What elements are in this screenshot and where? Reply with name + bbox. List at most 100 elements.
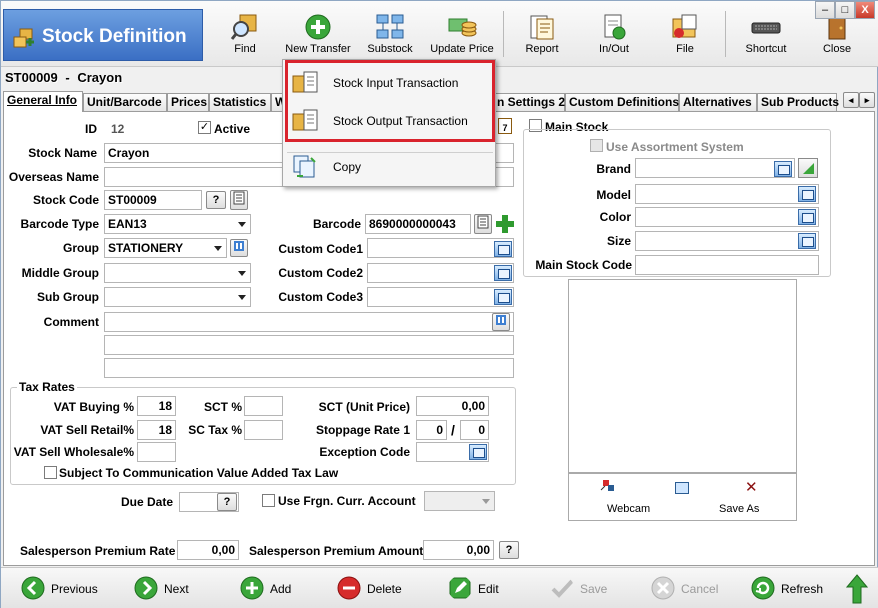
tab-statistics[interactable]: Statistics: [209, 93, 271, 111]
save-button[interactable]: Save: [550, 576, 620, 604]
update-price-button[interactable]: Update Price: [429, 9, 495, 61]
tab-sub-products[interactable]: Sub Products: [757, 93, 839, 111]
calendar-icon[interactable]: 7: [498, 118, 512, 134]
refresh-button[interactable]: Refresh: [751, 576, 831, 604]
window-title-box: Stock Definition: [3, 9, 203, 61]
barcode-add-button[interactable]: [495, 214, 515, 234]
sct-unit-price-input[interactable]: 0,00: [416, 396, 489, 416]
active-checkbox[interactable]: ✓: [198, 121, 211, 134]
model-lookup-button[interactable]: [798, 186, 816, 202]
color-lookup-button[interactable]: [798, 209, 816, 225]
minimize-button[interactable]: –: [815, 1, 835, 19]
resize-corner-icon: [803, 163, 814, 174]
monitor-icon[interactable]: [675, 482, 689, 494]
barcode-document-button[interactable]: [474, 214, 492, 234]
add-button[interactable]: Add: [240, 576, 310, 604]
size-input[interactable]: [635, 231, 819, 251]
stoppage-rate-b-input[interactable]: 0: [460, 420, 489, 440]
tab-custom-definitions[interactable]: Custom Definitions: [565, 93, 679, 111]
substock-button[interactable]: Substock: [363, 9, 417, 61]
new-transfer-button[interactable]: New Transfer: [281, 9, 355, 61]
exception-code-lookup-button[interactable]: [469, 444, 487, 460]
vat-sell-wholesale-input[interactable]: [137, 442, 176, 462]
vat-sell-retail-input[interactable]: 18: [137, 420, 176, 440]
foreign-currency-checkbox[interactable]: [262, 494, 275, 507]
comment-pause-button[interactable]: [492, 313, 510, 331]
tab-general-info[interactable]: General Info: [3, 91, 83, 112]
brand-corner-button[interactable]: [798, 158, 818, 178]
group-select[interactable]: STATIONERY: [104, 238, 227, 258]
custom-code1-lookup-button[interactable]: [494, 241, 512, 257]
maximize-button[interactable]: □: [835, 1, 855, 19]
in-out-icon: [604, 14, 626, 40]
assortment-checkbox[interactable]: [590, 139, 603, 152]
due-date-help-button[interactable]: ?: [217, 493, 237, 511]
delete-button[interactable]: Delete: [337, 576, 417, 604]
sct-input[interactable]: [244, 396, 283, 416]
custom-code1-input[interactable]: [367, 238, 514, 258]
custom-code3-input[interactable]: [367, 287, 514, 307]
next-button[interactable]: Next: [134, 576, 204, 604]
model-input[interactable]: [635, 184, 819, 204]
tab-prices[interactable]: Prices: [167, 93, 209, 111]
in-out-button[interactable]: In/Out: [591, 9, 637, 61]
size-lookup-button[interactable]: [798, 233, 816, 249]
save-as-label[interactable]: Save As: [719, 503, 759, 515]
sc-tax-input[interactable]: [244, 420, 283, 440]
webcam-icon[interactable]: [599, 478, 619, 494]
stock-code-document-button[interactable]: [230, 190, 248, 210]
tab-unit-barcode[interactable]: Unit/Barcode: [83, 93, 167, 111]
comment-input-1[interactable]: [104, 312, 514, 332]
vat-buying-input[interactable]: 18: [137, 396, 176, 416]
sub-group-select[interactable]: [104, 287, 251, 307]
custom-code3-lookup-button[interactable]: [494, 289, 512, 305]
custom-code2-lookup-button[interactable]: [494, 265, 512, 281]
comment-input-3[interactable]: [104, 358, 514, 378]
stock-code-help-button[interactable]: ?: [206, 191, 226, 209]
product-image-box[interactable]: [568, 279, 797, 473]
webcam-label[interactable]: Webcam: [607, 503, 650, 515]
custom-code2-input[interactable]: [367, 263, 514, 283]
cancel-button[interactable]: Cancel: [651, 576, 731, 604]
barcode-input[interactable]: 8690000000043: [365, 214, 471, 234]
foreign-currency-select[interactable]: [424, 491, 495, 511]
menu-item-stock-input-transaction[interactable]: Stock Input Transaction: [287, 68, 493, 98]
brand-lookup-button[interactable]: [774, 161, 792, 177]
salesperson-premium-help-button[interactable]: ?: [499, 541, 519, 559]
pause-icon: [496, 315, 506, 325]
edit-icon: [449, 577, 471, 599]
file-button[interactable]: File: [663, 9, 707, 61]
menu-item-copy[interactable]: Copy: [287, 152, 493, 182]
vat-sell-wholesale-label: VAT Sell Wholesale%: [13, 445, 134, 459]
middle-group-label: Middle Group: [21, 266, 99, 280]
previous-button[interactable]: Previous: [21, 576, 111, 604]
brand-input[interactable]: [635, 158, 795, 178]
delete-image-icon[interactable]: ✕: [745, 478, 758, 496]
color-label: Color: [599, 210, 631, 224]
middle-group-select[interactable]: [104, 263, 251, 283]
stock-code-input[interactable]: ST00009: [104, 190, 202, 210]
comment-input-2[interactable]: [104, 335, 514, 355]
tab-settings-2[interactable]: n Settings 2: [493, 93, 565, 111]
color-input[interactable]: [635, 207, 819, 227]
report-button[interactable]: Report: [519, 9, 565, 61]
shortcut-button[interactable]: Shortcut: [741, 9, 791, 61]
window-close-button[interactable]: X: [855, 1, 875, 19]
window-title: Stock Definition: [42, 26, 187, 47]
main-stock-code-input[interactable]: [635, 255, 819, 275]
edit-button[interactable]: Edit: [448, 576, 518, 604]
tab-alternatives[interactable]: Alternatives: [679, 93, 757, 111]
tab-scroll-left[interactable]: ◂: [843, 92, 859, 108]
tab-scroll-right[interactable]: ▸: [859, 92, 875, 108]
subject-communication-checkbox[interactable]: [44, 466, 57, 479]
find-button[interactable]: Find: [223, 9, 267, 61]
substock-icon: [376, 14, 404, 39]
salesperson-premium-amount-input[interactable]: 0,00: [423, 540, 494, 560]
group-pause-button[interactable]: [230, 239, 248, 257]
bottom-action-bar: Previous Next Add Delete Edit Save Cance…: [1, 567, 878, 608]
menu-item-stock-output-transaction[interactable]: Stock Output Transaction: [287, 106, 493, 136]
barcode-type-select[interactable]: EAN13: [104, 214, 251, 234]
salesperson-premium-rate-input[interactable]: 0,00: [177, 540, 239, 560]
stoppage-rate-a-input[interactable]: 0: [416, 420, 447, 440]
scroll-up-arrow[interactable]: [845, 574, 869, 604]
